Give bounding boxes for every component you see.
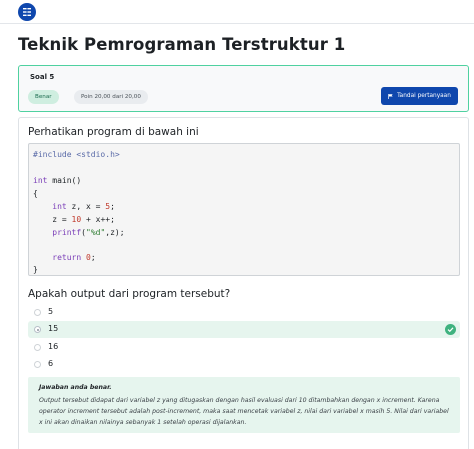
answer-option[interactable]: 16	[28, 339, 460, 356]
answer-option[interactable]: 5	[28, 304, 460, 321]
code-line: #include <stdio.h>	[33, 150, 120, 159]
code-text: main()	[52, 176, 82, 185]
question-text: Apakah output dari program tersebut?	[28, 288, 231, 300]
code-line: int main()	[33, 176, 82, 185]
answer-option-label: 16	[48, 342, 59, 351]
radio-button-checked[interactable]	[34, 326, 41, 333]
question-number: Soal 5	[30, 73, 55, 81]
page-title: Teknik Pemrograman Terstruktur 1	[18, 35, 346, 54]
code-line: int z, x = 5;	[52, 202, 115, 211]
flag-icon	[388, 93, 393, 99]
code-block: #include <stdio.h> int main() { int z, x…	[28, 143, 460, 276]
radio-button[interactable]	[34, 344, 41, 351]
code-line: return 0;	[52, 253, 96, 262]
radio-button[interactable]	[34, 361, 41, 368]
menu-button[interactable]	[18, 3, 36, 21]
flag-question-label: Tandai pertanyaan	[397, 93, 451, 99]
code-line: {	[33, 189, 38, 198]
question-info-box: Soal 5 Benar Poin 20,00 dari 20,00 Tanda…	[18, 65, 469, 112]
answer-option-label: 15	[48, 324, 59, 333]
code-line: }	[33, 265, 38, 274]
answer-option-label: 5	[48, 307, 54, 316]
flag-question-button[interactable]: Tandai pertanyaan	[381, 87, 458, 105]
menu-grid-icon	[23, 8, 31, 16]
answer-option-label: 6	[48, 359, 54, 368]
points-badge: Poin 20,00 dari 20,00	[74, 90, 148, 104]
code-line: z = 10 + x++;	[33, 215, 115, 224]
question-prompt: Perhatikan program di bawah ini	[28, 126, 199, 138]
correct-check-icon	[445, 324, 456, 335]
feedback-text: Output tersebut didapat dari variabel z …	[39, 397, 449, 426]
answer-option[interactable]: 6	[28, 356, 460, 373]
code-line: printf("%d",z);	[52, 228, 125, 237]
top-navbar	[0, 0, 474, 24]
radio-button[interactable]	[34, 309, 41, 316]
feedback-title: Jawaban anda benar.	[39, 384, 112, 391]
status-badge: Benar	[28, 90, 59, 104]
answer-option-selected[interactable]: 15	[28, 321, 460, 338]
answer-feedback: Jawaban anda benar. Output tersebut dida…	[28, 377, 460, 433]
